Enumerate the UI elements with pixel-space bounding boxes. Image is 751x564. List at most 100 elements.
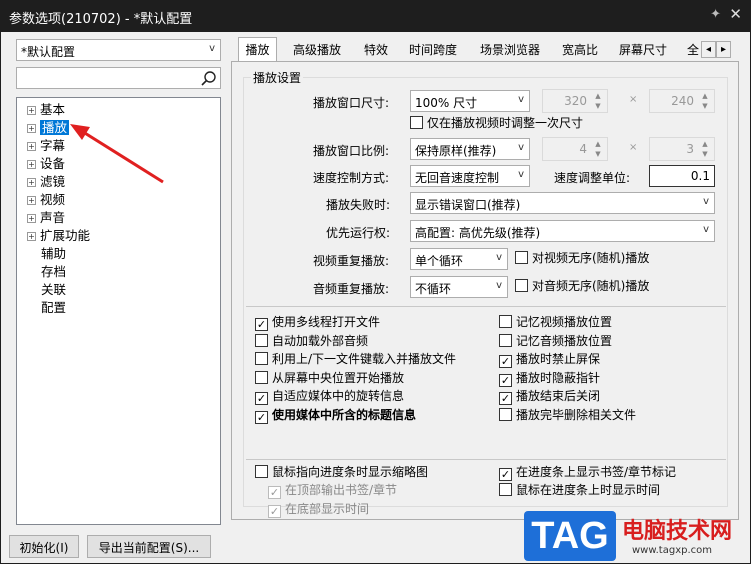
- width-value: 320: [564, 94, 587, 108]
- option-checkbox[interactable]: ✓ 播放结束后关闭: [499, 389, 600, 405]
- height-spinner[interactable]: 240 ▲ ▼: [649, 89, 715, 113]
- checkbox-box[interactable]: ✓: [499, 355, 512, 368]
- checkbox-box[interactable]: ✓: [255, 410, 268, 424]
- tree-item[interactable]: + 基本: [27, 101, 65, 118]
- tab-7[interactable]: 全: [687, 38, 699, 60]
- spin-arrows-icon[interactable]: ▲ ▼: [698, 91, 712, 111]
- profile-select[interactable]: *默认配置 v: [16, 39, 221, 61]
- priority-select[interactable]: 高配置: 高优先级(推荐) v: [410, 220, 715, 242]
- pin-icon[interactable]: ✦: [710, 7, 721, 22]
- option-checkbox[interactable]: ✓ 使用多线程打开文件: [255, 315, 380, 331]
- dialog-body: *默认配置 v + 基本 + 播放 + 字幕 + 设备 + 滤镜 + 视频 + 声音 + 扩展功能 辅助 存档 关联…: [1, 32, 750, 563]
- spin-arrows-icon[interactable]: ▲ ▼: [591, 139, 605, 159]
- speed-unit-value: 0.1: [690, 169, 710, 183]
- option-checkbox[interactable]: 记忆视频播放位置: [499, 315, 612, 331]
- top-bookmarks-label: 在顶部输出书签/章节: [285, 483, 398, 497]
- checkbox-box[interactable]: [410, 116, 423, 129]
- expand-icon[interactable]: +: [27, 232, 36, 241]
- audio-repeat-select[interactable]: 不循环 v: [410, 276, 508, 298]
- speed-unit-input[interactable]: 0.1: [649, 165, 715, 187]
- window-title: 参数选项(210702) - *默认配置: [9, 12, 193, 27]
- close-icon[interactable]: ✕: [729, 5, 742, 23]
- export-config-button[interactable]: 导出当前配置(S)...: [87, 535, 211, 558]
- ratio-b-spinner[interactable]: 3 ▲ ▼: [649, 137, 715, 161]
- checkbox-box[interactable]: [255, 370, 268, 384]
- option-checkbox[interactable]: ✓ 使用媒体中所含的标题信息: [255, 408, 416, 424]
- tree-item[interactable]: + 声音: [27, 209, 65, 226]
- checkbox-box[interactable]: ✓: [255, 392, 268, 405]
- tab-6[interactable]: 屏幕尺寸: [614, 38, 672, 60]
- checkbox-box[interactable]: [499, 315, 512, 328]
- video-random-checkbox[interactable]: 对视频无序(随机)播放: [515, 251, 649, 267]
- video-repeat-select[interactable]: 单个循环 v: [410, 248, 508, 270]
- expand-icon[interactable]: +: [27, 214, 36, 223]
- tab-scroll-left-button[interactable]: ◂: [701, 41, 716, 58]
- checkbox-box[interactable]: ✓: [499, 373, 512, 387]
- checkbox-box[interactable]: [499, 407, 512, 421]
- checkbox-box[interactable]: ✓: [499, 468, 512, 481]
- ratio-a-spinner[interactable]: 4 ▲ ▼: [542, 137, 608, 161]
- tab-scroll-right-button[interactable]: ▸: [716, 41, 731, 58]
- checkbox-box[interactable]: [515, 251, 528, 264]
- spin-arrows-icon[interactable]: ▲ ▼: [698, 139, 712, 159]
- option-label: 利用上/下一文件键载入并播放文件: [272, 352, 457, 366]
- audio-random-checkbox[interactable]: 对音频无序(随机)播放: [515, 279, 649, 295]
- search-icon[interactable]: [200, 70, 217, 87]
- width-spinner[interactable]: 320 ▲ ▼: [542, 89, 608, 113]
- on-fail-select[interactable]: 显示错误窗口(推荐) v: [410, 192, 715, 214]
- checkbox-box[interactable]: ✓: [499, 392, 512, 405]
- search-input[interactable]: [16, 67, 221, 89]
- tab-2[interactable]: 特效: [359, 38, 393, 60]
- tree-item-label: 关联: [41, 282, 67, 297]
- option-checkbox[interactable]: 播放完毕删除相关文件: [499, 407, 636, 424]
- expand-icon[interactable]: +: [27, 160, 36, 169]
- tab-4[interactable]: 场景浏览器: [474, 38, 546, 60]
- expand-icon[interactable]: +: [27, 124, 36, 133]
- option-checkbox[interactable]: 从屏幕中央位置开始播放: [255, 370, 404, 387]
- expand-icon[interactable]: +: [27, 178, 36, 187]
- checkbox-box[interactable]: [499, 483, 512, 496]
- expand-icon[interactable]: +: [27, 106, 36, 115]
- seek-time-checkbox[interactable]: 鼠标在进度条上时显示时间: [499, 483, 660, 499]
- option-checkbox[interactable]: 自动加载外部音频: [255, 333, 368, 350]
- tree-item[interactable]: 存档: [27, 263, 66, 280]
- chevron-down-icon: v: [496, 252, 502, 263]
- option-checkbox[interactable]: ✓ 播放时隐蔽指针: [499, 371, 600, 387]
- checkbox-box[interactable]: ✓: [255, 318, 268, 331]
- tab-1[interactable]: 高级播放: [287, 38, 347, 60]
- tree-item[interactable]: 关联: [27, 281, 66, 298]
- checkbox-box[interactable]: [255, 465, 268, 478]
- times-sign: ×: [629, 142, 638, 153]
- tree-item[interactable]: 配置: [27, 299, 66, 316]
- option-checkbox[interactable]: ✓ 自适应媒体中的旋转信息: [255, 389, 404, 405]
- tree-item[interactable]: + 视频: [27, 191, 65, 208]
- option-checkbox[interactable]: 利用上/下一文件键载入并播放文件: [255, 352, 456, 368]
- group-title: 播放设置: [251, 69, 304, 86]
- option-label: 记忆视频播放位置: [516, 315, 613, 329]
- checkbox-box[interactable]: [499, 333, 512, 347]
- adjust-once-checkbox[interactable]: 仅在播放视频时调整一次尺寸: [410, 116, 583, 132]
- ratio-a-value: 4: [579, 142, 587, 156]
- window-size-select[interactable]: 100% 尺寸 v: [410, 90, 530, 112]
- tab-0[interactable]: 播放: [238, 37, 277, 61]
- expand-icon[interactable]: +: [27, 142, 36, 151]
- expand-icon[interactable]: +: [27, 196, 36, 205]
- speed-mode-select[interactable]: 无回音速度控制 v: [410, 165, 530, 187]
- tree-item[interactable]: + 扩展功能: [27, 227, 90, 244]
- spin-arrows-icon[interactable]: ▲ ▼: [591, 91, 605, 111]
- checkbox-box[interactable]: [255, 333, 268, 347]
- tab-5[interactable]: 宽高比: [557, 38, 603, 60]
- checkbox-box[interactable]: [255, 352, 268, 365]
- tree-item[interactable]: 辅助: [27, 245, 66, 262]
- seek-thumb-checkbox[interactable]: 鼠标指向进度条时显示缩略图: [255, 465, 428, 481]
- init-button[interactable]: 初始化(I): [9, 535, 79, 558]
- seek-bookmarks-checkbox[interactable]: ✓ 在进度条上显示书签/章节标记: [499, 465, 676, 481]
- option-checkbox[interactable]: 记忆音频播放位置: [499, 333, 612, 350]
- option-label: 使用多线程打开文件: [272, 315, 381, 329]
- checkbox-box[interactable]: [515, 279, 528, 292]
- video-repeat-value: 单个循环: [415, 254, 464, 268]
- window-ratio-select[interactable]: 保持原样(推荐) v: [410, 138, 530, 160]
- option-checkbox[interactable]: ✓ 播放时禁止屏保: [499, 352, 600, 368]
- chevron-down-icon: v: [496, 280, 502, 291]
- tab-3[interactable]: 时间跨度: [404, 38, 462, 60]
